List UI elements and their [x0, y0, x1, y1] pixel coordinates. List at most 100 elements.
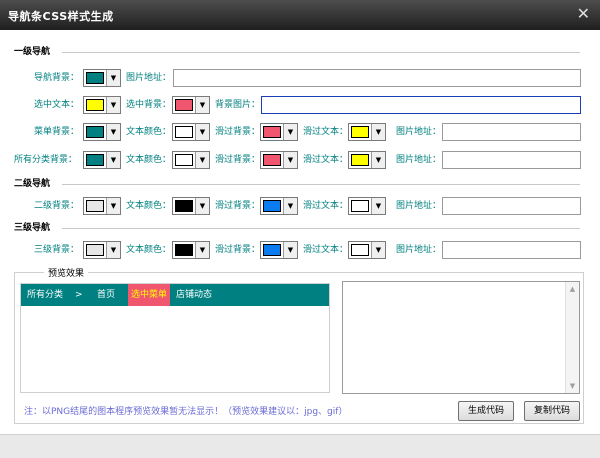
chevron-down-icon[interactable]: ▼: [283, 198, 297, 214]
chevron-down-icon[interactable]: ▼: [195, 198, 209, 214]
status-bar: [0, 434, 600, 458]
preview-nav-all-categories[interactable]: 所有分类: [27, 284, 63, 306]
menu-hover-text-color-picker[interactable]: ▼: [348, 123, 386, 141]
allcat-bg-color-picker[interactable]: ▼: [83, 151, 121, 169]
code-scrollbar[interactable]: ▲ ▼: [565, 282, 579, 393]
level2-bg-label: 二级背景：: [34, 201, 80, 211]
level2-hover-bg-label: 滑过背景：: [215, 201, 261, 211]
level3-bg-color-picker[interactable]: ▼: [83, 241, 121, 259]
section-divider: [62, 52, 580, 53]
color-swatch: [86, 126, 104, 138]
level3-image-url-input[interactable]: [442, 241, 581, 259]
window-title: 导航条CSS样式生成: [8, 10, 114, 23]
nav-bg-color-picker[interactable]: ▼: [83, 69, 121, 87]
menu-text-color-picker[interactable]: ▼: [172, 123, 210, 141]
chevron-down-icon[interactable]: ▼: [106, 70, 120, 86]
image-url-label: 图片地址：: [396, 155, 442, 165]
allcat-hover-bg-color-picker[interactable]: ▼: [260, 151, 298, 169]
color-swatch: [86, 244, 104, 256]
level3-text-color-picker[interactable]: ▼: [172, 241, 210, 259]
color-swatch: [263, 126, 281, 138]
color-swatch: [86, 72, 104, 84]
level2-bg-color-picker[interactable]: ▼: [83, 197, 121, 215]
allcat-image-url-input[interactable]: [442, 151, 581, 169]
chevron-down-icon[interactable]: ▼: [195, 97, 209, 113]
allcat-text-color-label: 文本颜色：: [126, 155, 172, 165]
menu-hover-bg-color-picker[interactable]: ▼: [260, 123, 298, 141]
chevron-down-icon[interactable]: ▼: [106, 97, 120, 113]
chevron-down-icon[interactable]: ▼: [371, 152, 385, 168]
chevron-down-icon[interactable]: ▼: [371, 242, 385, 258]
level3-hover-bg-color-picker[interactable]: ▼: [260, 241, 298, 259]
chevron-down-icon[interactable]: ▼: [195, 242, 209, 258]
chevron-down-icon[interactable]: ▼: [371, 198, 385, 214]
selected-bg-image-input[interactable]: [261, 96, 581, 114]
image-url-label: 图片地址：: [396, 245, 442, 255]
nav-image-url-input[interactable]: [173, 69, 581, 87]
generated-code-textarea[interactable]: ▲ ▼: [342, 281, 580, 394]
close-icon[interactable]: ✕: [577, 4, 590, 23]
color-swatch: [351, 154, 369, 166]
menu-bg-color-picker[interactable]: ▼: [83, 123, 121, 141]
nav-bg-label: 导航背景：: [34, 73, 80, 83]
preview-area: 所有分类 > 首页 选中菜单 店铺动态: [20, 283, 330, 393]
level3-hover-text-color-picker[interactable]: ▼: [348, 241, 386, 259]
level3-hover-bg-label: 滑过背景：: [215, 245, 261, 255]
chevron-down-icon[interactable]: ▼: [106, 152, 120, 168]
section-divider: [62, 228, 580, 229]
png-preview-note: 注：以PNG结尾的图本程序预览效果暂无法显示！（预览效果建议以：jpg、gif）: [24, 407, 348, 417]
allcat-hover-text-color-picker[interactable]: ▼: [348, 151, 386, 169]
all-categories-bg-label: 所有分类背景：: [14, 155, 78, 165]
title-bar: 导航条CSS样式生成 ✕: [0, 0, 600, 30]
color-swatch: [86, 99, 104, 111]
image-url-label: 图片地址：: [126, 73, 172, 83]
color-swatch: [175, 99, 193, 111]
level2-image-url-input[interactable]: [442, 197, 581, 215]
menu-text-color-label: 文本颜色：: [126, 127, 172, 137]
preview-group-title: 预览效果: [44, 266, 89, 279]
color-swatch: [351, 200, 369, 212]
level3-bg-label: 三级背景：: [34, 245, 80, 255]
color-swatch: [351, 244, 369, 256]
section-level1: 一级导航: [14, 47, 51, 57]
chevron-down-icon[interactable]: ▼: [106, 198, 120, 214]
level2-hover-text-color-picker[interactable]: ▼: [348, 197, 386, 215]
bg-image-label: 背景图片：: [215, 100, 261, 110]
level2-text-color-picker[interactable]: ▼: [172, 197, 210, 215]
selected-text-color-picker[interactable]: ▼: [83, 96, 121, 114]
color-swatch: [175, 200, 193, 212]
level3-hover-text-label: 滑过文本：: [303, 245, 349, 255]
menu-image-url-input[interactable]: [442, 123, 581, 141]
preview-nav-home[interactable]: 首页: [97, 284, 115, 306]
chevron-down-icon[interactable]: ▼: [283, 152, 297, 168]
color-swatch: [263, 244, 281, 256]
chevron-down-icon[interactable]: ▼: [371, 124, 385, 140]
level2-hover-bg-color-picker[interactable]: ▼: [260, 197, 298, 215]
preview-nav-shop-news[interactable]: 店铺动态: [176, 284, 212, 306]
color-swatch: [175, 126, 193, 138]
chevron-down-icon[interactable]: ▼: [283, 124, 297, 140]
scroll-up-icon[interactable]: ▲: [566, 282, 579, 296]
image-url-label: 图片地址：: [396, 201, 442, 211]
color-swatch: [175, 154, 193, 166]
menu-hover-bg-label: 滑过背景：: [215, 127, 261, 137]
scroll-down-icon[interactable]: ▼: [566, 379, 579, 393]
level2-hover-text-label: 滑过文本：: [303, 201, 349, 211]
selected-bg-color-picker[interactable]: ▼: [172, 96, 210, 114]
color-swatch: [86, 200, 104, 212]
color-swatch: [263, 200, 281, 212]
color-swatch: [175, 244, 193, 256]
chevron-down-icon[interactable]: ▼: [106, 242, 120, 258]
allcat-hover-text-label: 滑过文本：: [303, 155, 349, 165]
preview-nav-selected[interactable]: 选中菜单: [128, 284, 171, 306]
allcat-text-color-picker[interactable]: ▼: [172, 151, 210, 169]
level3-text-color-label: 文本颜色：: [126, 245, 172, 255]
copy-code-button[interactable]: 复制代码: [524, 401, 580, 421]
chevron-down-icon[interactable]: ▼: [283, 242, 297, 258]
chevron-down-icon[interactable]: ▼: [195, 124, 209, 140]
level2-text-color-label: 文本颜色：: [126, 201, 172, 211]
color-swatch: [86, 154, 104, 166]
chevron-down-icon[interactable]: ▼: [106, 124, 120, 140]
chevron-down-icon[interactable]: ▼: [195, 152, 209, 168]
generate-code-button[interactable]: 生成代码: [458, 401, 514, 421]
